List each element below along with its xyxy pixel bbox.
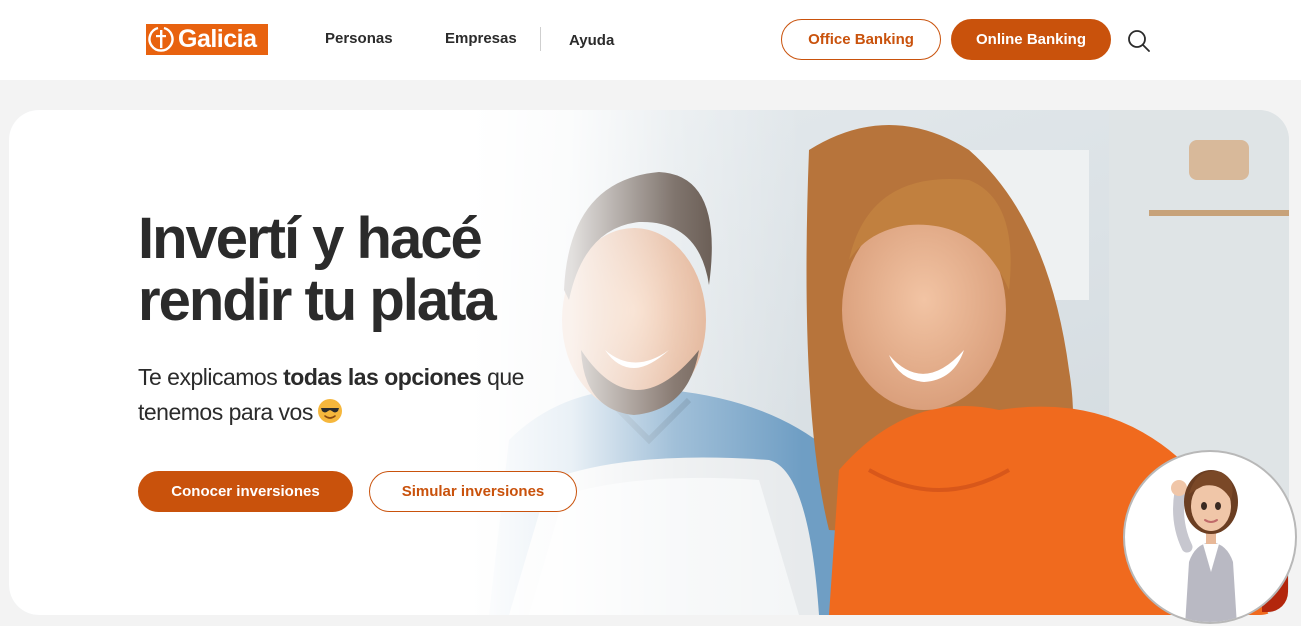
conocer-inversiones-button[interactable]: Conocer inversiones [138,471,353,512]
top-header: Galicia Personas Empresas Ayuda Office B… [0,0,1301,80]
nav-ayuda[interactable]: Ayuda [569,32,614,49]
sunglasses-face-icon [317,399,342,423]
simular-inversiones-label: Simular inversiones [401,483,545,500]
hero-banner: Invertí y hacé rendir tu plata Te explic… [9,110,1289,615]
conocer-inversiones-label: Conocer inversiones [171,483,320,500]
galicia-logo[interactable]: Galicia [146,24,268,55]
hero-title: Invertí y hacé rendir tu plata [138,208,558,332]
simular-inversiones-button[interactable]: Simular inversiones [369,471,577,512]
brand-name: Galicia [178,25,257,53]
online-banking-button[interactable]: Online Banking [951,19,1111,60]
galicia-logo-mark-icon [146,24,174,55]
nav-personas[interactable]: Personas [325,30,393,47]
assistant-character-icon [1171,470,1238,622]
online-banking-label: Online Banking [975,31,1086,48]
search-icon[interactable] [1126,28,1152,54]
office-banking-button[interactable]: Office Banking [781,19,941,60]
nav-empresas[interactable]: Empresas [445,30,517,47]
nav-divider [540,27,541,51]
hero-subtitle: Te explicamos todas las opciones que ten… [138,360,558,430]
hero-title-line2: rendir tu plata [138,268,497,333]
hero-title-line1: Invertí y hacé [138,206,483,271]
hero-subtitle-bold: todas las opciones [283,364,482,390]
office-banking-label: Office Banking [808,31,914,48]
virtual-assistant-avatar[interactable] [1123,450,1297,624]
hero-subtitle-part1: Te explicamos [138,364,284,390]
